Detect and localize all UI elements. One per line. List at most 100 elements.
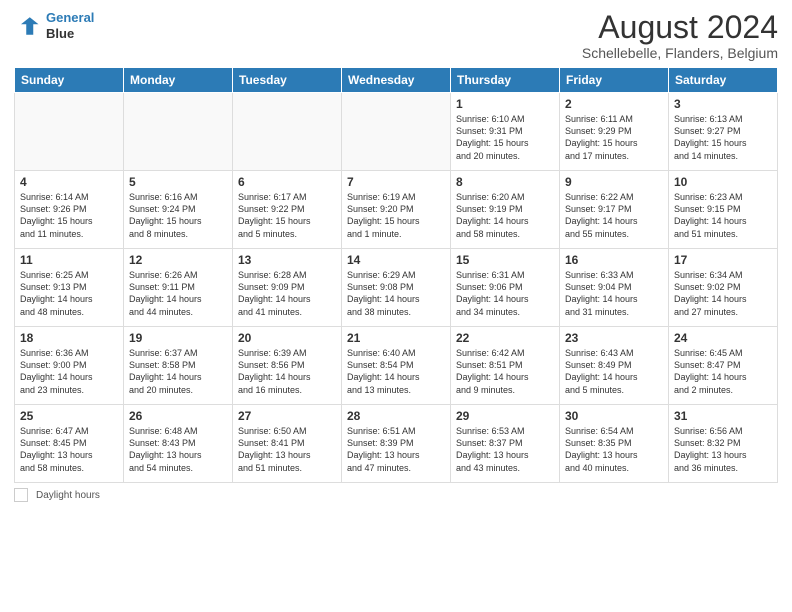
calendar-cell: 22 Sunrise: 6:42 AM Sunset: 8:51 PM Dayli… (451, 327, 560, 405)
day-number: 4 (20, 175, 118, 189)
header: General Blue August 2024 Schellebelle, F… (14, 10, 778, 61)
calendar-cell: 3 Sunrise: 6:13 AM Sunset: 9:27 PM Daylig… (669, 93, 778, 171)
day-number: 25 (20, 409, 118, 423)
day-info: Sunrise: 6:40 AM Sunset: 8:54 PM Dayligh… (347, 347, 445, 396)
calendar-cell: 18Sunrise: 6:36 AM Sunset: 9:00 PM Dayli… (15, 327, 124, 405)
day-info: Sunrise: 6:56 AM Sunset: 8:32 PM Dayligh… (674, 425, 772, 474)
calendar-cell (124, 93, 233, 171)
calendar-header-row: SundayMondayTuesdayWednesdayThursdayFrid… (15, 68, 778, 93)
day-number: 26 (129, 409, 227, 423)
col-header-saturday: Saturday (669, 68, 778, 93)
day-number: 30 (565, 409, 663, 423)
day-info: Sunrise: 6:23 AM Sunset: 9:15 PM Dayligh… (674, 191, 772, 240)
daylight-label: Daylight hours (36, 490, 100, 501)
location: Schellebelle, Flanders, Belgium (582, 45, 778, 61)
calendar-cell: 29 Sunrise: 6:53 AM Sunset: 8:37 PM Dayli… (451, 405, 560, 483)
day-number: 6 (238, 175, 336, 189)
day-number: 28 (347, 409, 445, 423)
day-number: 2 (565, 97, 663, 111)
day-number: 14 (347, 253, 445, 267)
calendar-cell: 11 Sunrise: 6:25 AM Sunset: 9:13 PM Dayli… (15, 249, 124, 327)
day-info: Sunrise: 6:25 AM Sunset: 9:13 PM Dayligh… (20, 269, 118, 318)
day-info: Sunrise: 6:47 AM Sunset: 8:45 PM Dayligh… (20, 425, 118, 474)
calendar-cell (15, 93, 124, 171)
day-number: 3 (674, 97, 772, 111)
calendar-cell: 19 Sunrise: 6:37 AM Sunset: 8:58 PM Dayli… (124, 327, 233, 405)
day-number: 29 (456, 409, 554, 423)
calendar-cell: 30 Sunrise: 6:54 AM Sunset: 8:35 PM Dayli… (560, 405, 669, 483)
day-info: Sunrise: 6:16 AM Sunset: 9:24 PM Dayligh… (129, 191, 227, 240)
logo-icon (14, 12, 42, 40)
calendar-cell: 8Sunrise: 6:20 AM Sunset: 9:19 PM Daylig… (451, 171, 560, 249)
col-header-thursday: Thursday (451, 68, 560, 93)
calendar-week-3: 11 Sunrise: 6:25 AM Sunset: 9:13 PM Dayli… (15, 249, 778, 327)
calendar-cell: 17Sunrise: 6:34 AM Sunset: 9:02 PM Dayli… (669, 249, 778, 327)
calendar-cell: 27Sunrise: 6:50 AM Sunset: 8:41 PM Dayli… (233, 405, 342, 483)
daylight-box (14, 488, 28, 502)
calendar-week-5: 25 Sunrise: 6:47 AM Sunset: 8:45 PM Dayli… (15, 405, 778, 483)
col-header-tuesday: Tuesday (233, 68, 342, 93)
calendar-cell: 25 Sunrise: 6:47 AM Sunset: 8:45 PM Dayli… (15, 405, 124, 483)
day-info: Sunrise: 6:34 AM Sunset: 9:02 PM Dayligh… (674, 269, 772, 318)
calendar-cell: 2 Sunrise: 6:11 AM Sunset: 9:29 PM Daylig… (560, 93, 669, 171)
calendar-cell: 21Sunrise: 6:40 AM Sunset: 8:54 PM Dayli… (342, 327, 451, 405)
calendar-week-2: 4 Sunrise: 6:14 AM Sunset: 9:26 PM Daylig… (15, 171, 778, 249)
page-container: General Blue August 2024 Schellebelle, F… (0, 0, 792, 612)
col-header-sunday: Sunday (15, 68, 124, 93)
day-number: 31 (674, 409, 772, 423)
col-header-monday: Monday (124, 68, 233, 93)
day-info: Sunrise: 6:36 AM Sunset: 9:00 PM Dayligh… (20, 347, 118, 396)
calendar-cell: 9Sunrise: 6:22 AM Sunset: 9:17 PM Daylig… (560, 171, 669, 249)
day-number: 12 (129, 253, 227, 267)
calendar-cell: 23Sunrise: 6:43 AM Sunset: 8:49 PM Dayli… (560, 327, 669, 405)
day-number: 7 (347, 175, 445, 189)
day-info: Sunrise: 6:22 AM Sunset: 9:17 PM Dayligh… (565, 191, 663, 240)
day-number: 19 (129, 331, 227, 345)
day-number: 20 (238, 331, 336, 345)
footer: Daylight hours (14, 488, 778, 502)
day-number: 13 (238, 253, 336, 267)
calendar-cell: 10 Sunrise: 6:23 AM Sunset: 9:15 PM Dayli… (669, 171, 778, 249)
calendar-cell: 20 Sunrise: 6:39 AM Sunset: 8:56 PM Dayli… (233, 327, 342, 405)
calendar-cell: 15Sunrise: 6:31 AM Sunset: 9:06 PM Dayli… (451, 249, 560, 327)
calendar-cell: 14 Sunrise: 6:29 AM Sunset: 9:08 PM Dayli… (342, 249, 451, 327)
day-info: Sunrise: 6:45 AM Sunset: 8:47 PM Dayligh… (674, 347, 772, 396)
calendar-cell: 12Sunrise: 6:26 AM Sunset: 9:11 PM Dayli… (124, 249, 233, 327)
day-info: Sunrise: 6:39 AM Sunset: 8:56 PM Dayligh… (238, 347, 336, 396)
calendar-cell: 6 Sunrise: 6:17 AM Sunset: 9:22 PM Daylig… (233, 171, 342, 249)
day-info: Sunrise: 6:10 AM Sunset: 9:31 PM Dayligh… (456, 113, 554, 162)
day-number: 1 (456, 97, 554, 111)
day-info: Sunrise: 6:13 AM Sunset: 9:27 PM Dayligh… (674, 113, 772, 162)
calendar-week-4: 18Sunrise: 6:36 AM Sunset: 9:00 PM Dayli… (15, 327, 778, 405)
day-info: Sunrise: 6:17 AM Sunset: 9:22 PM Dayligh… (238, 191, 336, 240)
calendar-cell: 24 Sunrise: 6:45 AM Sunset: 8:47 PM Dayli… (669, 327, 778, 405)
day-info: Sunrise: 6:48 AM Sunset: 8:43 PM Dayligh… (129, 425, 227, 474)
day-info: Sunrise: 6:31 AM Sunset: 9:06 PM Dayligh… (456, 269, 554, 318)
day-info: Sunrise: 6:42 AM Sunset: 8:51 PM Dayligh… (456, 347, 554, 396)
day-info: Sunrise: 6:50 AM Sunset: 8:41 PM Dayligh… (238, 425, 336, 474)
calendar-table: SundayMondayTuesdayWednesdayThursdayFrid… (14, 67, 778, 483)
day-info: Sunrise: 6:11 AM Sunset: 9:29 PM Dayligh… (565, 113, 663, 162)
logo-text: General Blue (46, 10, 94, 41)
day-info: Sunrise: 6:29 AM Sunset: 9:08 PM Dayligh… (347, 269, 445, 318)
day-number: 24 (674, 331, 772, 345)
day-info: Sunrise: 6:19 AM Sunset: 9:20 PM Dayligh… (347, 191, 445, 240)
day-info: Sunrise: 6:37 AM Sunset: 8:58 PM Dayligh… (129, 347, 227, 396)
day-number: 22 (456, 331, 554, 345)
calendar-cell: 28Sunrise: 6:51 AM Sunset: 8:39 PM Dayli… (342, 405, 451, 483)
calendar-cell: 1 Sunrise: 6:10 AM Sunset: 9:31 PM Daylig… (451, 93, 560, 171)
col-header-friday: Friday (560, 68, 669, 93)
calendar-cell (233, 93, 342, 171)
calendar-cell (342, 93, 451, 171)
day-number: 16 (565, 253, 663, 267)
day-info: Sunrise: 6:53 AM Sunset: 8:37 PM Dayligh… (456, 425, 554, 474)
day-info: Sunrise: 6:43 AM Sunset: 8:49 PM Dayligh… (565, 347, 663, 396)
day-number: 10 (674, 175, 772, 189)
day-info: Sunrise: 6:28 AM Sunset: 9:09 PM Dayligh… (238, 269, 336, 318)
calendar-cell: 7 Sunrise: 6:19 AM Sunset: 9:20 PM Daylig… (342, 171, 451, 249)
day-info: Sunrise: 6:54 AM Sunset: 8:35 PM Dayligh… (565, 425, 663, 474)
month-year: August 2024 (582, 10, 778, 45)
calendar-cell: 16Sunrise: 6:33 AM Sunset: 9:04 PM Dayli… (560, 249, 669, 327)
day-info: Sunrise: 6:14 AM Sunset: 9:26 PM Dayligh… (20, 191, 118, 240)
day-number: 11 (20, 253, 118, 267)
